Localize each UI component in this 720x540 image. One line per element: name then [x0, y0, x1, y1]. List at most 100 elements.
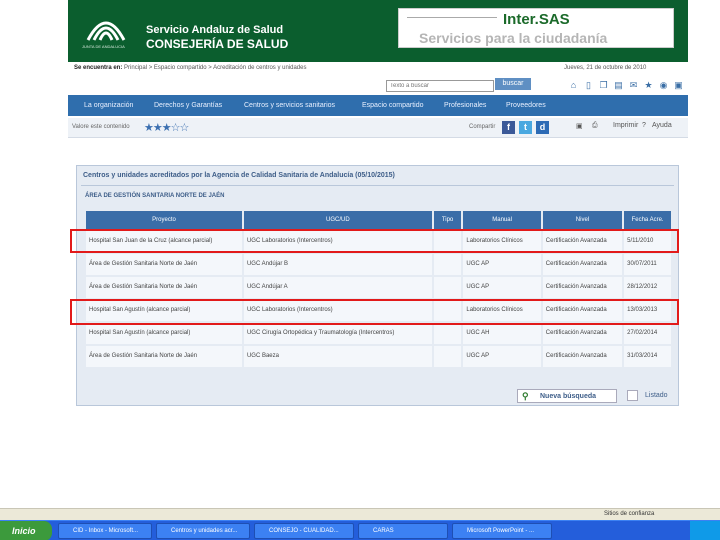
magnifier-icon: ⚲ — [522, 391, 529, 401]
breadcrumb: Se encuentra en: Principal > Espacio com… — [74, 65, 306, 71]
copy-icon[interactable]: ❐ — [598, 80, 609, 91]
delicious-icon[interactable]: d — [536, 121, 549, 134]
cell-ugc: UGC Cirugía Ortopédica y Traumatología (… — [243, 323, 432, 344]
cell-tipo — [433, 346, 462, 367]
cell-proyecto: Hospital San Agustín (alcance parcial) — [86, 323, 242, 344]
sitemap-icon[interactable]: ▤ — [613, 80, 624, 91]
breadcrumb-path[interactable]: Principal > Espacio compartido > Acredit… — [124, 65, 306, 71]
panel-title: Centros y unidades acreditados por la Ag… — [83, 172, 395, 179]
rss-share-icon[interactable]: ▣ — [576, 122, 583, 130]
accreditation-panel: Centros y unidades acreditados por la Ag… — [76, 165, 679, 406]
table-header-row: Proyecto UGC/UD Tipo Manual Nivel Fecha … — [86, 211, 671, 229]
org-department: CONSEJERÍA DE SALUD — [146, 37, 289, 51]
status-zone: Sitios de confianza — [604, 511, 655, 517]
rss-icon[interactable]: ◉ — [658, 80, 669, 91]
home-icon[interactable]: ⌂ — [568, 80, 579, 91]
cell-fecha: 31/03/2014 — [624, 346, 671, 367]
banner-decoration — [407, 17, 497, 27]
cell-ugc: UGC Andújar A — [243, 277, 432, 298]
cell-nivel: Certificación Avanzada — [542, 323, 623, 344]
taskbar-item[interactable]: CARAS — [358, 523, 448, 539]
cell-ugc: UGC Andújar B — [243, 254, 432, 275]
table-row[interactable]: Área de Gestión Sanitaria Norte de Jaén … — [86, 346, 671, 367]
cell-manual: UGC AH — [463, 323, 541, 344]
facebook-icon[interactable]: f — [502, 121, 515, 134]
rating-bar: Valore este contenido ★★★☆☆ Compartir f … — [68, 118, 688, 138]
cell-fecha: 30/07/2011 — [624, 254, 671, 275]
cell-nivel: Certificación Avanzada — [542, 277, 623, 298]
nav-item-organizacion[interactable]: La organización — [84, 102, 133, 109]
nav-item-profesionales[interactable]: Profesionales — [444, 102, 486, 109]
main-nav: La organización Derechos y Garantías Cen… — [68, 95, 688, 116]
cell-nivel: Certificación Avanzada — [542, 346, 623, 367]
help-link[interactable]: Ayuda — [652, 122, 672, 129]
cell-manual: UGC AP — [463, 346, 541, 367]
taskbar-item[interactable]: CONSEJO - CUALIDAD... — [254, 523, 354, 539]
share-icons: f t d — [502, 121, 549, 134]
site-header: JUNTA DE ANDALUCIA Servicio Andaluz de S… — [68, 0, 688, 62]
share-label: Compartir — [469, 124, 496, 130]
cell-fecha: 27/02/2014 — [624, 323, 671, 344]
listado-checkbox[interactable] — [627, 390, 638, 401]
taskbar-item[interactable]: CID - Inbox - Microsoft... — [58, 523, 152, 539]
cell-manual: UGC AP — [463, 277, 541, 298]
junta-logo-icon — [86, 21, 126, 41]
search-button[interactable]: buscar — [495, 78, 531, 90]
column-header[interactable]: Tipo — [433, 211, 462, 229]
favorites-icon[interactable]: ★ — [643, 80, 654, 91]
table-row[interactable]: Área de Gestión Sanitaria Norte de Jaén … — [86, 254, 671, 275]
rating-stars[interactable]: ★★★☆☆ — [144, 121, 189, 134]
cell-fecha: 28/12/2012 — [624, 277, 671, 298]
column-header[interactable]: Fecha Acre. — [624, 211, 671, 229]
taskbar-item[interactable]: Centros y unidades acr... — [156, 523, 250, 539]
listado-label: Listado — [645, 392, 668, 399]
column-header[interactable]: Manual — [463, 211, 541, 229]
taskbar-item[interactable]: Microsoft PowerPoint - ... — [452, 523, 552, 539]
search-input[interactable] — [386, 80, 494, 92]
cell-tipo — [433, 254, 462, 275]
highlight-box-row-1 — [70, 229, 679, 253]
intersas-subtitle: Servicios para la ciudadanía — [419, 30, 608, 46]
print-link[interactable]: Imprimir — [613, 122, 638, 129]
print-icon[interactable]: ⎙ — [592, 122, 598, 130]
column-header[interactable]: UGC/UD — [243, 211, 432, 229]
cell-proyecto: Área de Gestión Sanitaria Norte de Jaén — [86, 346, 242, 367]
document-icon[interactable]: ▯ — [583, 80, 594, 91]
nav-item-centros[interactable]: Centros y servicios sanitarios — [244, 102, 335, 109]
highlight-box-row-4 — [70, 299, 679, 325]
browser-page: JUNTA DE ANDALUCIA Servicio Andaluz de S… — [68, 0, 688, 520]
table-row[interactable]: Hospital San Agustín (alcance parcial) U… — [86, 323, 671, 344]
intersas-title: Inter.SAS — [503, 11, 570, 28]
new-search-label: Nueva búsqueda — [540, 393, 597, 400]
toolbar-icons: ⌂ ▯ ❐ ▤ ✉ ★ ◉ ▣ — [568, 80, 684, 91]
nav-item-derechos[interactable]: Derechos y Garantías — [154, 102, 222, 109]
area-title: ÁREA DE GESTIÓN SANITARIA NORTE DE JAÉN — [85, 193, 225, 199]
windows-taskbar: Inicio CID - Inbox - Microsoft... Centro… — [0, 520, 720, 540]
help-icon[interactable]: ? — [642, 122, 646, 129]
breadcrumb-prefix: Se encuentra en: — [74, 65, 123, 71]
mail-icon[interactable]: ✉ — [628, 80, 639, 91]
nav-item-proveedores[interactable]: Proveedores — [506, 102, 546, 109]
nav-item-espacio[interactable]: Espacio compartido — [362, 102, 423, 109]
start-button[interactable]: Inicio — [0, 521, 52, 540]
column-header[interactable]: Proyecto — [86, 211, 242, 229]
cell-tipo — [433, 323, 462, 344]
rating-label: Valore este contenido — [72, 124, 130, 130]
listado-option[interactable]: Listado — [625, 389, 677, 403]
cell-nivel: Certificación Avanzada — [542, 254, 623, 275]
cell-proyecto: Área de Gestión Sanitaria Norte de Jaén — [86, 277, 242, 298]
column-header[interactable]: Nivel — [542, 211, 623, 229]
cell-ugc: UGC Baeza — [243, 346, 432, 367]
org-name: Servicio Andaluz de Salud — [146, 24, 284, 36]
intersas-banner[interactable]: Inter.SAS Servicios para la ciudadanía — [398, 8, 674, 48]
cell-proyecto: Área de Gestión Sanitaria Norte de Jaén — [86, 254, 242, 275]
twitter-icon[interactable]: t — [519, 121, 532, 134]
cell-manual: UGC AP — [463, 254, 541, 275]
system-tray — [690, 521, 720, 540]
accessibility-icon[interactable]: ▣ — [673, 80, 684, 91]
panel-divider — [81, 185, 674, 186]
browser-status-bar: Sitios de confianza — [0, 508, 720, 520]
new-search-button[interactable]: ⚲ Nueva búsqueda — [517, 389, 617, 403]
cell-tipo — [433, 277, 462, 298]
table-row[interactable]: Área de Gestión Sanitaria Norte de Jaén … — [86, 277, 671, 298]
